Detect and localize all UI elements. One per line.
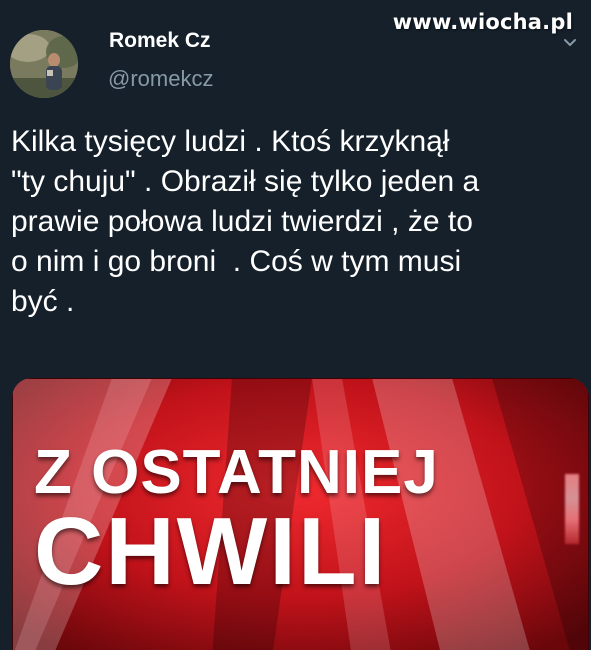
author-handle[interactable]: @romekcz	[108, 66, 213, 92]
banner-line1: Z OSTATNIEJ	[34, 438, 439, 507]
tweet-card: Romek Cz @romekcz www.wiocha.pl Kilka ty…	[0, 0, 591, 650]
blurred-region	[565, 474, 579, 544]
avatar[interactable]	[10, 30, 78, 98]
chevron-down-icon[interactable]	[563, 36, 577, 50]
author-name[interactable]: Romek Cz	[109, 28, 211, 54]
banner-line2: CHWILI	[34, 498, 388, 605]
media-image[interactable]: Z OSTATNIEJ CHWILI	[12, 378, 589, 650]
watermark: www.wiocha.pl	[392, 10, 573, 34]
tweet-text: Kilka tysięcy ludzi . Ktoś krzyknął "ty …	[11, 125, 480, 318]
avatar-photo	[10, 30, 78, 98]
